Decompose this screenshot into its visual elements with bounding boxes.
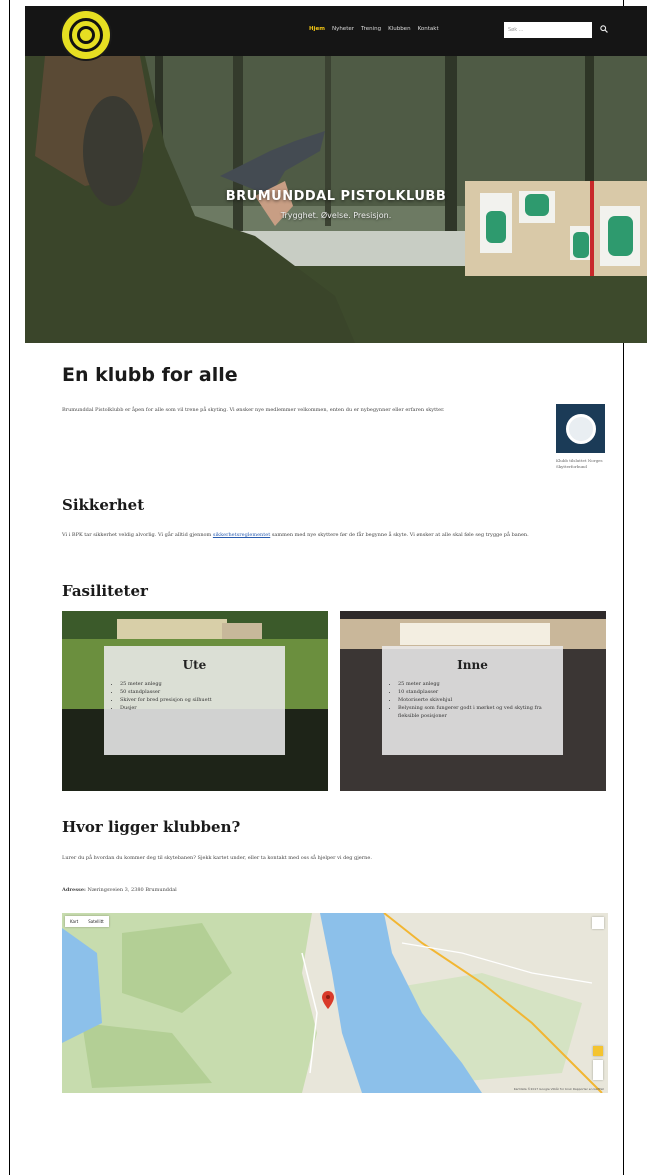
zoom-controls[interactable] [593,1060,603,1080]
top-navbar: Hjem Nyheter Trening Klubben Kontakt Søk… [25,6,647,61]
menu-item-klubben[interactable]: Klubben [388,26,410,32]
safety-text-before: Vi i BPK tar sikkerhet veldig alvorlig. … [62,532,212,538]
location-heading: Hvor ligger klubben? [62,818,241,836]
club-logo[interactable] [60,9,112,61]
facility-outdoor[interactable]: Ute 25 meter anlegg 50 standplasser Skiv… [62,611,328,791]
hero-banner: BRUMUNDDAL PISTOLKLUBB Trygghet. Øvelse.… [25,56,647,343]
outdoor-item: Skiver for bred presisjon og silhuett [120,696,285,704]
address-line: Adresse: Næringsveien 3, 2380 Brumunddal [62,886,608,894]
hero-subtitle: Trygghet. Øvelse. Presisjon. [280,211,392,220]
search-icon[interactable] [600,25,608,33]
indoor-item: Motoriserte skivehjul [398,696,563,704]
safety-heading: Sikkerhet [62,496,145,514]
federation-logo-icon [565,413,596,444]
map-tab-kart[interactable]: Kart [65,916,83,927]
outdoor-item: 25 meter anlegg [120,680,285,688]
menu-item-nyheter[interactable]: Nyheter [332,26,354,32]
intro-text: Brumunddal Pistolklubb er åpen for alle … [62,407,445,413]
intro-heading: En klubb for alle [62,364,238,386]
facility-indoor[interactable]: Inne 25 meter anlegg 10 standplasser Mot… [340,611,606,791]
outdoor-item: Dusjer [120,704,285,712]
safety-rules-link[interactable]: sikkerhetsreglementet [213,532,270,538]
search-placeholder: Søk ... [508,27,524,33]
outdoor-title: Ute [182,658,207,672]
menu-item-kontakt[interactable]: Kontakt [418,26,439,32]
indoor-item: Belysning som fungerer godt i mørket og … [398,704,563,720]
website-page: Hjem Nyheter Trening Klubben Kontakt Søk… [25,6,647,1093]
fullscreen-icon[interactable] [592,917,604,929]
menu-item-trening[interactable]: Trening [361,26,381,32]
badge-caption: Klubb tilsluttet Norges Skytterforbund [556,458,603,469]
menu-item-hjem[interactable]: Hjem [309,26,325,32]
street-view-icon[interactable] [593,1046,603,1056]
indoor-card: Inne 25 meter anlegg 10 standplasser Mot… [382,646,563,755]
map-footer: Kartdata ©2017 Google Vilkår for bruk Ra… [513,1087,604,1091]
map-tab-satellitt[interactable]: Satellitt [83,916,109,927]
hero-title: BRUMUNDDAL PISTOLKLUBB [225,189,447,204]
facilities-heading: Fasiliteter [62,582,148,600]
address-label: Adresse: [62,887,86,893]
outdoor-card: Ute 25 meter anlegg 50 standplasser Skiv… [104,646,285,755]
main-menu: Hjem Nyheter Trening Klubben Kontakt [309,26,439,32]
safety-text-after: sammen med nye skyttere før de får begyn… [271,532,529,538]
page-frame-left [9,0,10,1175]
map-canvas[interactable] [62,913,608,1093]
search-input[interactable]: Søk ... [504,22,592,38]
map-type-tabs: Kart Satellitt [65,916,109,927]
safety-text: Vi i BPK tar sikkerhet veldig alvorlig. … [62,531,608,539]
indoor-item: 10 standplasser [398,688,563,696]
outdoor-list: 25 meter anlegg 50 standplasser Skiver f… [104,680,285,712]
address-value: Næringsveien 3, 2380 Brumunddal [87,887,177,893]
google-map[interactable]: Kart Satellitt Kartdata ©2017 Google Vil… [62,913,608,1093]
indoor-item: 25 meter anlegg [398,680,563,688]
indoor-title: Inne [457,658,488,672]
indoor-list: 25 meter anlegg 10 standplasser Motorise… [382,680,563,720]
target-icon [69,18,103,52]
location-text: Lurer du på hvordan du kommer deg til sk… [62,855,372,861]
outdoor-item: 50 standplasser [120,688,285,696]
federation-badge[interactable] [556,404,605,453]
